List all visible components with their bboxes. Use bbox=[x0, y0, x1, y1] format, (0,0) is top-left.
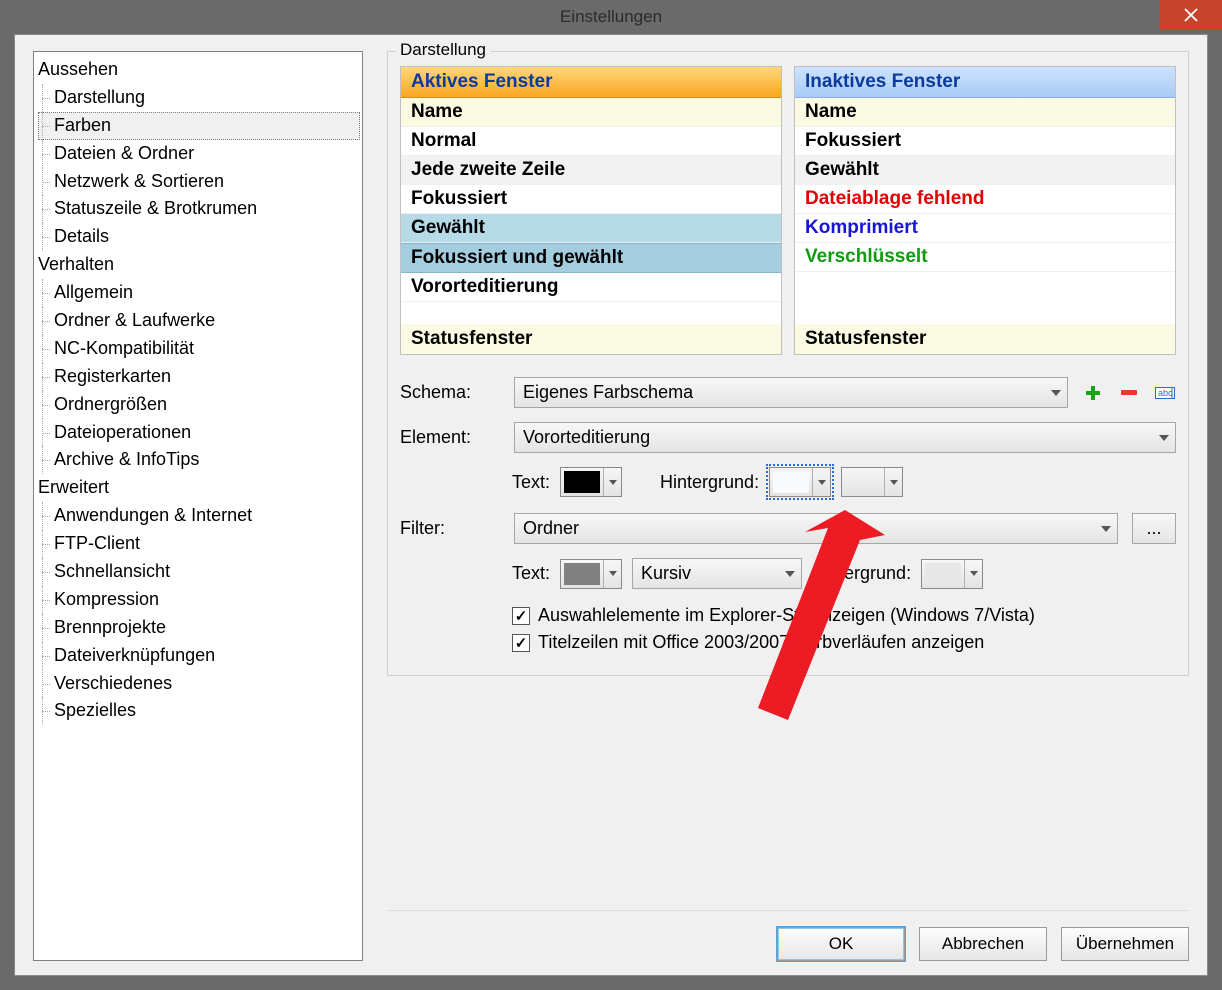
tree-item-registerkarten[interactable]: Registerkarten bbox=[38, 363, 360, 391]
preview-status[interactable]: Statusfenster bbox=[795, 324, 1175, 354]
tree-item-brennprojekte[interactable]: Brennprojekte bbox=[38, 614, 360, 642]
preview-row[interactable]: Komprimiert bbox=[795, 214, 1175, 243]
color-swatch bbox=[564, 563, 600, 585]
preview-row[interactable]: Gewählt bbox=[795, 156, 1175, 185]
rename-icon: abc bbox=[1155, 385, 1175, 401]
tree-item-allgemein[interactable]: Allgemein bbox=[38, 279, 360, 307]
element-label: Element: bbox=[400, 427, 500, 448]
dialog-footer: OK Abbrechen Übernehmen bbox=[387, 910, 1189, 961]
svg-text:abc: abc bbox=[1158, 388, 1173, 398]
schema-label: Schema: bbox=[400, 382, 500, 403]
chevron-down-icon bbox=[1051, 390, 1061, 396]
tree-item-verschiedenes[interactable]: Verschiedenes bbox=[38, 670, 360, 698]
element-text-color-button[interactable] bbox=[560, 467, 622, 497]
color-swatch bbox=[925, 563, 961, 585]
color-swatch bbox=[564, 471, 600, 493]
tree-item-dateien-ordner[interactable]: Dateien & Ordner bbox=[38, 140, 360, 168]
tree-category[interactable]: Verhalten bbox=[38, 251, 360, 279]
titlebar: Einstellungen bbox=[0, 0, 1222, 34]
preview-row[interactable]: Fokussiert und gewählt bbox=[401, 243, 781, 273]
tree-item-schnellansicht[interactable]: Schnellansicht bbox=[38, 558, 360, 586]
preview-status[interactable]: Statusfenster bbox=[401, 324, 781, 354]
close-button[interactable] bbox=[1160, 0, 1222, 30]
element-bg-color-extra-button[interactable] bbox=[841, 467, 903, 497]
preview-row[interactable]: Gewählt bbox=[401, 214, 781, 243]
tree-item-archive-infotips[interactable]: Archive & InfoTips bbox=[38, 446, 360, 474]
group-title: Darstellung bbox=[396, 40, 490, 60]
preview-row[interactable]: Jede zweite Zeile bbox=[401, 156, 781, 185]
tree-item-farben[interactable]: Farben bbox=[38, 112, 360, 140]
window-title: Einstellungen bbox=[560, 7, 662, 27]
text-color-label: Text: bbox=[512, 472, 550, 493]
chevron-down-icon bbox=[785, 571, 795, 577]
settings-window: Einstellungen Aussehen Darstellung Farbe… bbox=[0, 0, 1222, 990]
checkbox-office-gradients[interactable]: ✓ bbox=[512, 634, 530, 652]
checkbox-label[interactable]: Titelzeilen mit Office 2003/2007-Farbver… bbox=[538, 632, 984, 653]
preview-row[interactable]: Name bbox=[401, 98, 781, 127]
checkbox-explorer-style[interactable]: ✓ bbox=[512, 607, 530, 625]
filter-text-label: Text: bbox=[512, 563, 550, 584]
active-header[interactable]: Aktives Fenster bbox=[401, 67, 781, 98]
darstellung-group: Darstellung Aktives Fenster Name Normal … bbox=[387, 51, 1189, 676]
settings-tree[interactable]: Aussehen Darstellung Farben Dateien & Or… bbox=[33, 51, 363, 961]
tree-item-ordner-laufwerke[interactable]: Ordner & Laufwerke bbox=[38, 307, 360, 335]
preview-row[interactable]: Normal bbox=[401, 127, 781, 156]
minus-icon bbox=[1121, 390, 1137, 395]
schema-combo[interactable]: Eigenes Farbschema bbox=[514, 377, 1068, 408]
tree-item-ftp-client[interactable]: FTP-Client bbox=[38, 530, 360, 558]
chevron-down-icon bbox=[1101, 526, 1111, 532]
tree-item-kompression[interactable]: Kompression bbox=[38, 586, 360, 614]
tree-category[interactable]: Erweitert bbox=[38, 474, 360, 502]
ok-button[interactable]: OK bbox=[777, 927, 905, 961]
filter-bg-label: Hintergrund: bbox=[812, 563, 911, 584]
filter-label: Filter: bbox=[400, 518, 500, 539]
remove-schema-button[interactable] bbox=[1118, 382, 1140, 404]
filter-text-color-button[interactable] bbox=[560, 559, 622, 589]
add-schema-button[interactable] bbox=[1082, 382, 1104, 404]
element-combo[interactable]: Vororteditierung bbox=[514, 422, 1176, 453]
filter-browse-button[interactable]: ... bbox=[1132, 513, 1176, 544]
tree-item-details[interactable]: Details bbox=[38, 223, 360, 251]
close-icon bbox=[1184, 8, 1198, 22]
chevron-down-icon bbox=[1159, 435, 1169, 441]
apply-button[interactable]: Übernehmen bbox=[1061, 927, 1189, 961]
tree-item-netzwerk[interactable]: Netzwerk & Sortieren bbox=[38, 168, 360, 196]
tree-item-darstellung[interactable]: Darstellung bbox=[38, 84, 360, 112]
font-style-combo[interactable]: Kursiv bbox=[632, 558, 802, 589]
tree-item-dateiverknuepfungen[interactable]: Dateiverknüpfungen bbox=[38, 642, 360, 670]
filter-combo[interactable]: Ordner bbox=[514, 513, 1118, 544]
tree-item-nc-kompat[interactable]: NC-Kompatibilität bbox=[38, 335, 360, 363]
tree-item-anwendungen-internet[interactable]: Anwendungen & Internet bbox=[38, 502, 360, 530]
client-area: Aussehen Darstellung Farben Dateien & Or… bbox=[14, 34, 1208, 976]
preview-row[interactable]: Dateiablage fehlend bbox=[795, 185, 1175, 214]
tree-item-ordnergroessen[interactable]: Ordnergrößen bbox=[38, 391, 360, 419]
preview-active-pane[interactable]: Aktives Fenster Name Normal Jede zweite … bbox=[400, 66, 782, 355]
color-swatch bbox=[773, 471, 809, 493]
filter-bg-color-button[interactable] bbox=[921, 559, 983, 589]
rename-schema-button[interactable]: abc bbox=[1154, 382, 1176, 404]
tree-item-dateioperationen[interactable]: Dateioperationen bbox=[38, 419, 360, 447]
tree-category[interactable]: Aussehen bbox=[38, 56, 360, 84]
preview-row[interactable]: Fokussiert bbox=[795, 127, 1175, 156]
bg-color-label: Hintergrund: bbox=[660, 472, 759, 493]
preview-row[interactable]: Name bbox=[795, 98, 1175, 127]
tree-item-spezielles[interactable]: Spezielles bbox=[38, 697, 360, 725]
color-swatch bbox=[845, 471, 881, 493]
preview-row[interactable]: Verschlüsselt bbox=[795, 243, 1175, 272]
inactive-header[interactable]: Inaktives Fenster bbox=[795, 67, 1175, 98]
tree-item-statuszeile[interactable]: Statuszeile & Brotkrumen bbox=[38, 195, 360, 223]
cancel-button[interactable]: Abbrechen bbox=[919, 927, 1047, 961]
checkbox-label[interactable]: Auswahlelemente im Explorer-Stil anzeige… bbox=[538, 605, 1035, 626]
element-bg-color-button[interactable] bbox=[769, 467, 831, 497]
preview-row[interactable]: Vororteditierung bbox=[401, 273, 781, 302]
preview-inactive-pane[interactable]: Inaktives Fenster Name Fokussiert Gewähl… bbox=[794, 66, 1176, 355]
preview-row[interactable]: Fokussiert bbox=[401, 185, 781, 214]
plus-icon bbox=[1084, 384, 1102, 402]
